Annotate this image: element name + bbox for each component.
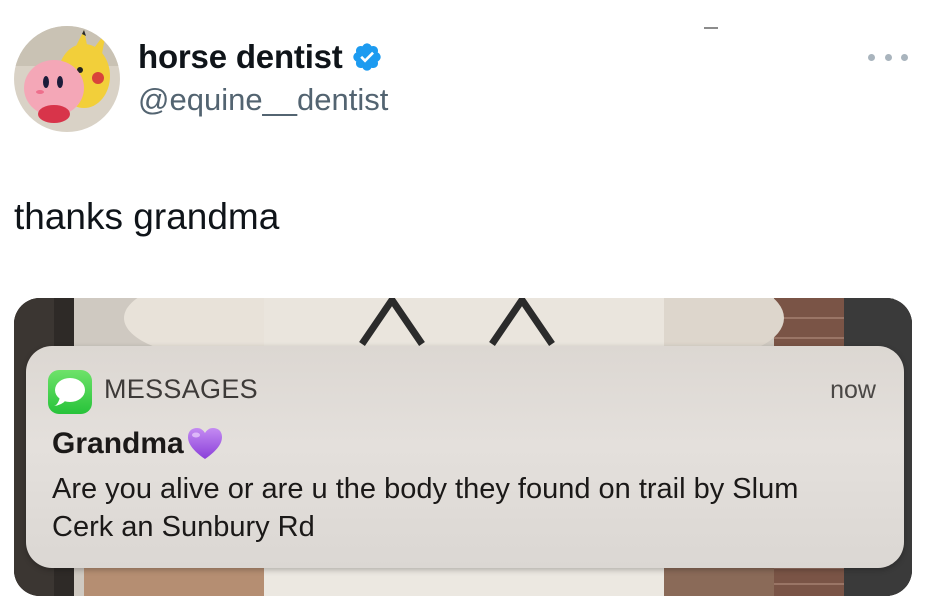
notification-timestamp: now [830,376,876,404]
purple-heart-icon [187,428,222,459]
sender-name: Grandma [52,427,184,460]
user-handle[interactable]: @equine__dentist [138,82,388,118]
avatar-image [14,26,120,132]
tweet-media-image[interactable]: MESSAGES now Grandma Are you alive or ar… [14,298,912,596]
ellipsis-icon [868,53,875,61]
display-name-text[interactable]: horse dentist [138,38,343,76]
notification-app-name: MESSAGES [104,374,258,404]
ellipsis-icon [884,53,892,61]
verified-badge-icon [352,43,381,71]
notification-message: Are you alive or are u the body they fou… [52,473,799,543]
stray-mark [704,27,718,29]
messages-app-icon [48,370,92,414]
avatar[interactable] [14,26,120,132]
notification-sender: Grandma [52,426,224,462]
notification-card[interactable]: MESSAGES now Grandma Are you alive or ar… [26,346,904,568]
display-name[interactable]: horse dentist [138,38,383,76]
tweet-text: thanks grandma [14,196,280,237]
ellipsis-icon [901,53,908,61]
speech-bubble-icon [54,378,85,406]
more-options-button[interactable] [868,45,908,69]
